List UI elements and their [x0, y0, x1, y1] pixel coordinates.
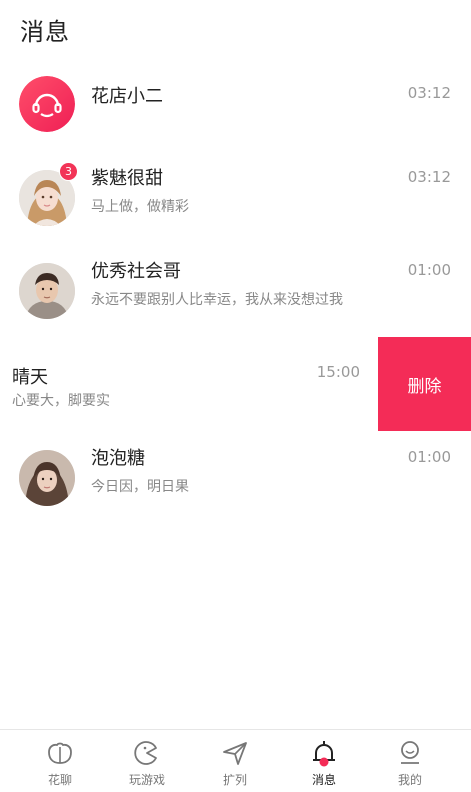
profile-icon: [401, 741, 419, 764]
contact-name: 优秀社会哥: [91, 261, 181, 282]
message-item-swiped[interactable]: 晴天 心要大，脚要实 15:00 删除: [0, 337, 471, 435]
avatar-photo: [19, 263, 75, 319]
tab-label: 扩列: [222, 773, 247, 787]
message-preview: 马上做，做精彩: [91, 199, 189, 215]
contact-name: 泡泡糖: [91, 448, 145, 469]
contact-name: 花店小二: [91, 86, 163, 107]
message-item[interactable]: 优秀社会哥 永远不要跟别人比幸运，我从来没想过我 01:00: [0, 255, 471, 347]
message-preview: 心要大，脚要实: [12, 393, 110, 409]
page-title: 消息: [20, 18, 70, 46]
message-time: 15:00: [316, 363, 360, 381]
tab-label: 消息: [311, 773, 336, 787]
message-item[interactable]: 花店小二 03:12: [0, 68, 471, 160]
paper-plane-icon: [223, 742, 247, 765]
chat-bubble-icon: [48, 742, 72, 764]
avatar: [19, 76, 75, 132]
tab-game[interactable]: 玩游戏: [107, 738, 187, 788]
message-item[interactable]: 3 紫魅很甜 马上做，做精彩 03:12: [0, 162, 471, 254]
message-time: 01:00: [407, 261, 451, 279]
message-preview: 永远不要跟别人比幸运，我从来没想过我: [91, 292, 343, 308]
game-icon: [134, 741, 157, 765]
avatar: [19, 263, 75, 319]
headset-icon: [19, 76, 75, 132]
delete-button[interactable]: 删除: [378, 337, 471, 431]
message-time: 01:00: [407, 448, 451, 466]
tab-label: 花聊: [47, 773, 72, 787]
tab-explore[interactable]: 扩列: [195, 738, 275, 788]
avatar: [19, 450, 75, 506]
message-time: 03:12: [407, 168, 451, 186]
tab-messages[interactable]: 消息: [284, 738, 364, 788]
message-item[interactable]: 泡泡糖 今日因，明日果 01:00: [0, 442, 471, 534]
tab-chat[interactable]: 花聊: [20, 738, 100, 788]
message-preview: 今日因，明日果: [91, 479, 189, 495]
contact-name: 紫魅很甜: [91, 168, 163, 189]
message-time: 03:12: [407, 84, 451, 102]
unread-badge: 3: [59, 162, 78, 181]
bottom-tab-bar: 花聊 玩游戏 扩列 消息 我的: [0, 729, 471, 792]
tab-profile[interactable]: 我的: [370, 738, 450, 788]
tab-label: 我的: [397, 773, 422, 787]
bell-icon: [313, 741, 335, 767]
tab-label: 玩游戏: [128, 773, 165, 787]
contact-name: 晴天: [12, 367, 48, 388]
avatar-photo: [19, 450, 75, 506]
